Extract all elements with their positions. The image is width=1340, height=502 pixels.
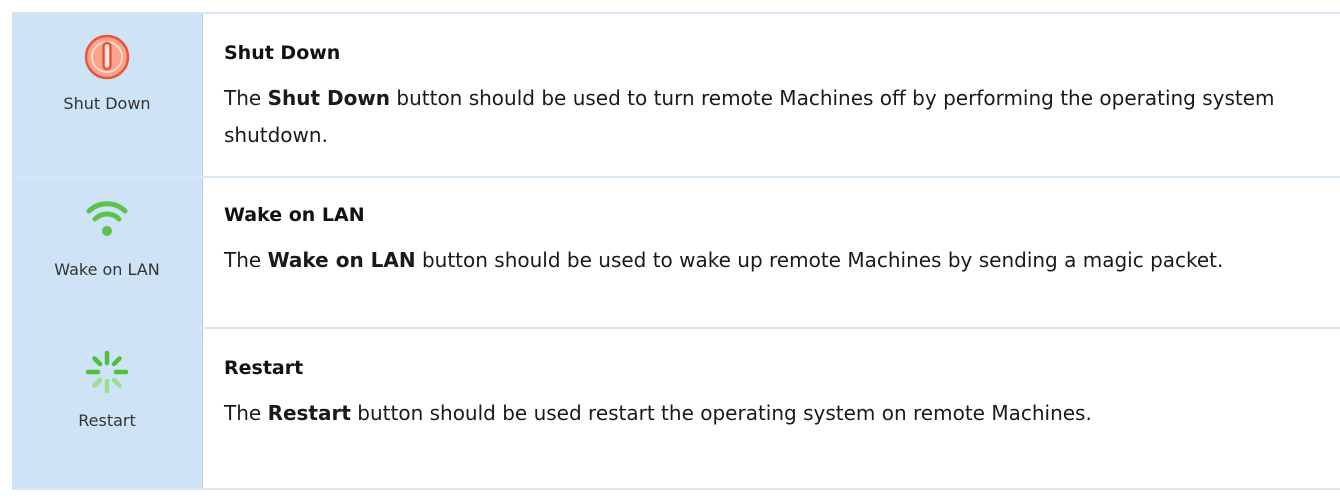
restart-spinner-icon: [82, 347, 132, 397]
desc-suffix: button should be used to wake up remote …: [415, 248, 1224, 272]
entry-description: The Shut Down button should be used to t…: [224, 80, 1320, 154]
entry-title: Wake on LAN: [224, 204, 365, 226]
entry-description: The Wake on LAN button should be used to…: [224, 242, 1320, 279]
icon-caption: Wake on LAN: [54, 260, 160, 279]
icon-cell-wake-on-lan: Wake on LAN: [12, 178, 203, 327]
text-cell-wake-on-lan: Wake on LAN The Wake on LAN button shoul…: [203, 178, 1340, 327]
icon-cell-shut-down: Shut Down: [12, 14, 203, 176]
power-icon: [82, 32, 132, 82]
table-row-shut-down: Shut Down Shut Down The Shut Down button…: [12, 14, 1340, 178]
desc-prefix: The: [224, 401, 268, 425]
desc-prefix: The: [224, 248, 268, 272]
desc-bold-term: Wake on LAN: [267, 248, 416, 272]
icon-caption: Shut Down: [63, 94, 151, 113]
table-row-restart: Restart Restart The Restart button shoul…: [12, 329, 1340, 490]
desc-suffix: button should be used restart the operat…: [350, 401, 1092, 425]
icon-cell-restart: Restart: [12, 329, 203, 488]
desc-prefix: The: [224, 86, 268, 110]
entry-title: Shut Down: [224, 42, 341, 64]
text-cell-restart: Restart The Restart button should be use…: [203, 329, 1340, 488]
entry-description: The Restart button should be used restar…: [224, 395, 1320, 432]
text-cell-shut-down: Shut Down The Shut Down button should be…: [203, 14, 1340, 176]
entry-title: Restart: [224, 357, 304, 379]
desc-bold-term: Shut Down: [267, 86, 391, 110]
icon-caption: Restart: [78, 411, 136, 430]
buttons-reference-table: Shut Down Shut Down The Shut Down button…: [12, 12, 1340, 490]
desc-bold-term: Restart: [267, 401, 351, 425]
wifi-icon: [82, 192, 132, 242]
table-row-wake-on-lan: Wake on LAN Wake on LAN The Wake on LAN …: [12, 178, 1340, 329]
